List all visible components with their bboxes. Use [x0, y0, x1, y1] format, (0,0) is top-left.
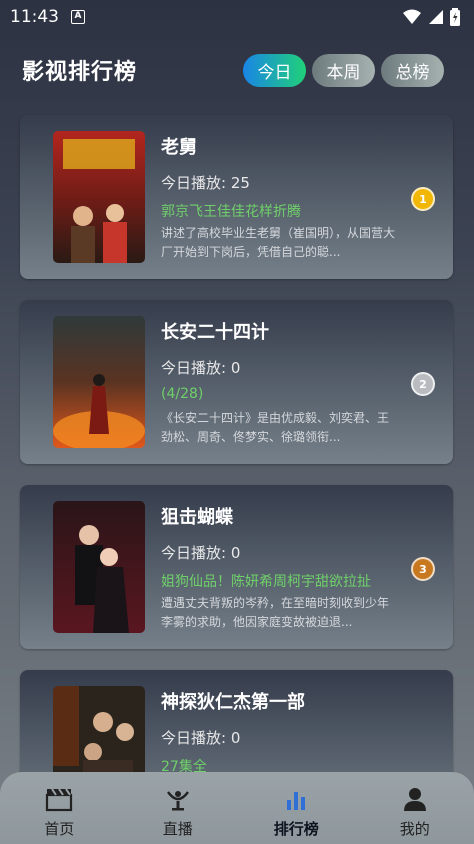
item-info: 狙击蝴蝶 今日播放: 0 姐狗仙品！陈妍希周柯宇甜欲拉扯 遭遇丈夫背叛的岑矜，在… [161, 503, 397, 632]
play-count: 今日播放: 0 [161, 544, 241, 562]
item-title: 老舅 [161, 137, 197, 158]
nav-ranking[interactable]: 排行榜 [237, 772, 356, 844]
status-time: 11:43 [10, 7, 59, 27]
play-count: 今日播放: 0 [161, 359, 241, 377]
item-tagline: 姐狗仙品！陈妍希周柯宇甜欲拉扯 [161, 574, 371, 590]
nav-label: 直播 [162, 820, 193, 838]
page-header: 影视排行榜 今日 本周 总榜 [22, 52, 444, 88]
rank-badge: 3 [411, 557, 435, 581]
status-icons [402, 8, 460, 26]
battery-icon [450, 8, 460, 26]
ranking-card[interactable]: 狙击蝴蝶 今日播放: 0 姐狗仙品！陈妍希周柯宇甜欲拉扯 遭遇丈夫背叛的岑矜，在… [20, 485, 453, 649]
item-tagline: 郭京飞王佳佳花样折腾 [161, 204, 301, 220]
poster-image[interactable] [53, 131, 145, 263]
ranking-card[interactable]: 老舅 今日播放: 25 郭京飞王佳佳花样折腾 讲述了高校毕业生老舅（崔国明），从… [20, 115, 453, 279]
live-icon [166, 791, 189, 811]
nav-live[interactable]: 直播 [119, 772, 238, 844]
nav-home[interactable]: 首页 [0, 772, 119, 844]
rank-badge: 2 [411, 372, 435, 396]
clapperboard-icon [46, 788, 73, 812]
tab-this-week[interactable]: 本周 [312, 53, 375, 87]
bar-chart-icon [287, 792, 306, 810]
notification-icon: A [71, 10, 85, 24]
poster-image[interactable] [53, 316, 145, 448]
nav-profile[interactable]: 我的 [356, 772, 474, 844]
play-count: 今日播放: 25 [161, 174, 250, 192]
user-icon [403, 788, 426, 811]
nav-label: 我的 [399, 820, 430, 838]
nav-label: 首页 [44, 820, 75, 838]
item-info: 老舅 今日播放: 25 郭京飞王佳佳花样折腾 讲述了高校毕业生老舅（崔国明），从… [161, 133, 397, 262]
status-bar: 11:43 A [0, 0, 474, 34]
bottom-nav: 首页 直播 排行榜 我的 [0, 772, 474, 844]
tab-today[interactable]: 今日 [243, 53, 306, 87]
item-description: 遭遇丈夫背叛的岑矜，在至暗时刻收到少年李雾的求助，他因家庭变故被迫退... [161, 596, 390, 629]
item-title: 神探狄仁杰第一部 [161, 692, 305, 713]
signal-icon [429, 10, 443, 24]
item-description: 《长安二十四计》是由优成毅、刘奕君、王劲松、周奇、佟梦实、徐璐领衔... [161, 411, 390, 444]
ranking-list: 老舅 今日播放: 25 郭京飞王佳佳花样折腾 讲述了高校毕业生老舅（崔国明），从… [20, 115, 453, 844]
item-title: 长安二十四计 [161, 322, 269, 343]
wifi-icon [403, 9, 421, 24]
item-tagline: (4/28) [161, 386, 204, 402]
ranking-card[interactable]: 长安二十四计 今日播放: 0 (4/28) 《长安二十四计》是由优成毅、刘奕君、… [20, 300, 453, 464]
poster-image[interactable] [53, 501, 145, 633]
period-tabs: 今日 本周 总榜 [243, 53, 444, 87]
item-description: 讲述了高校毕业生老舅（崔国明），从国营大厂开始到下岗后，凭借自己的聪... [161, 226, 396, 259]
item-title: 狙击蝴蝶 [161, 507, 233, 528]
item-info: 神探狄仁杰第一部 今日播放: 0 27集全 [161, 688, 397, 776]
tab-all-time[interactable]: 总榜 [381, 53, 444, 87]
rank-badge: 1 [411, 187, 435, 211]
nav-label: 排行榜 [273, 820, 319, 838]
item-info: 长安二十四计 今日播放: 0 (4/28) 《长安二十四计》是由优成毅、刘奕君、… [161, 318, 397, 447]
page-title: 影视排行榜 [22, 60, 138, 85]
play-count: 今日播放: 0 [161, 729, 241, 747]
